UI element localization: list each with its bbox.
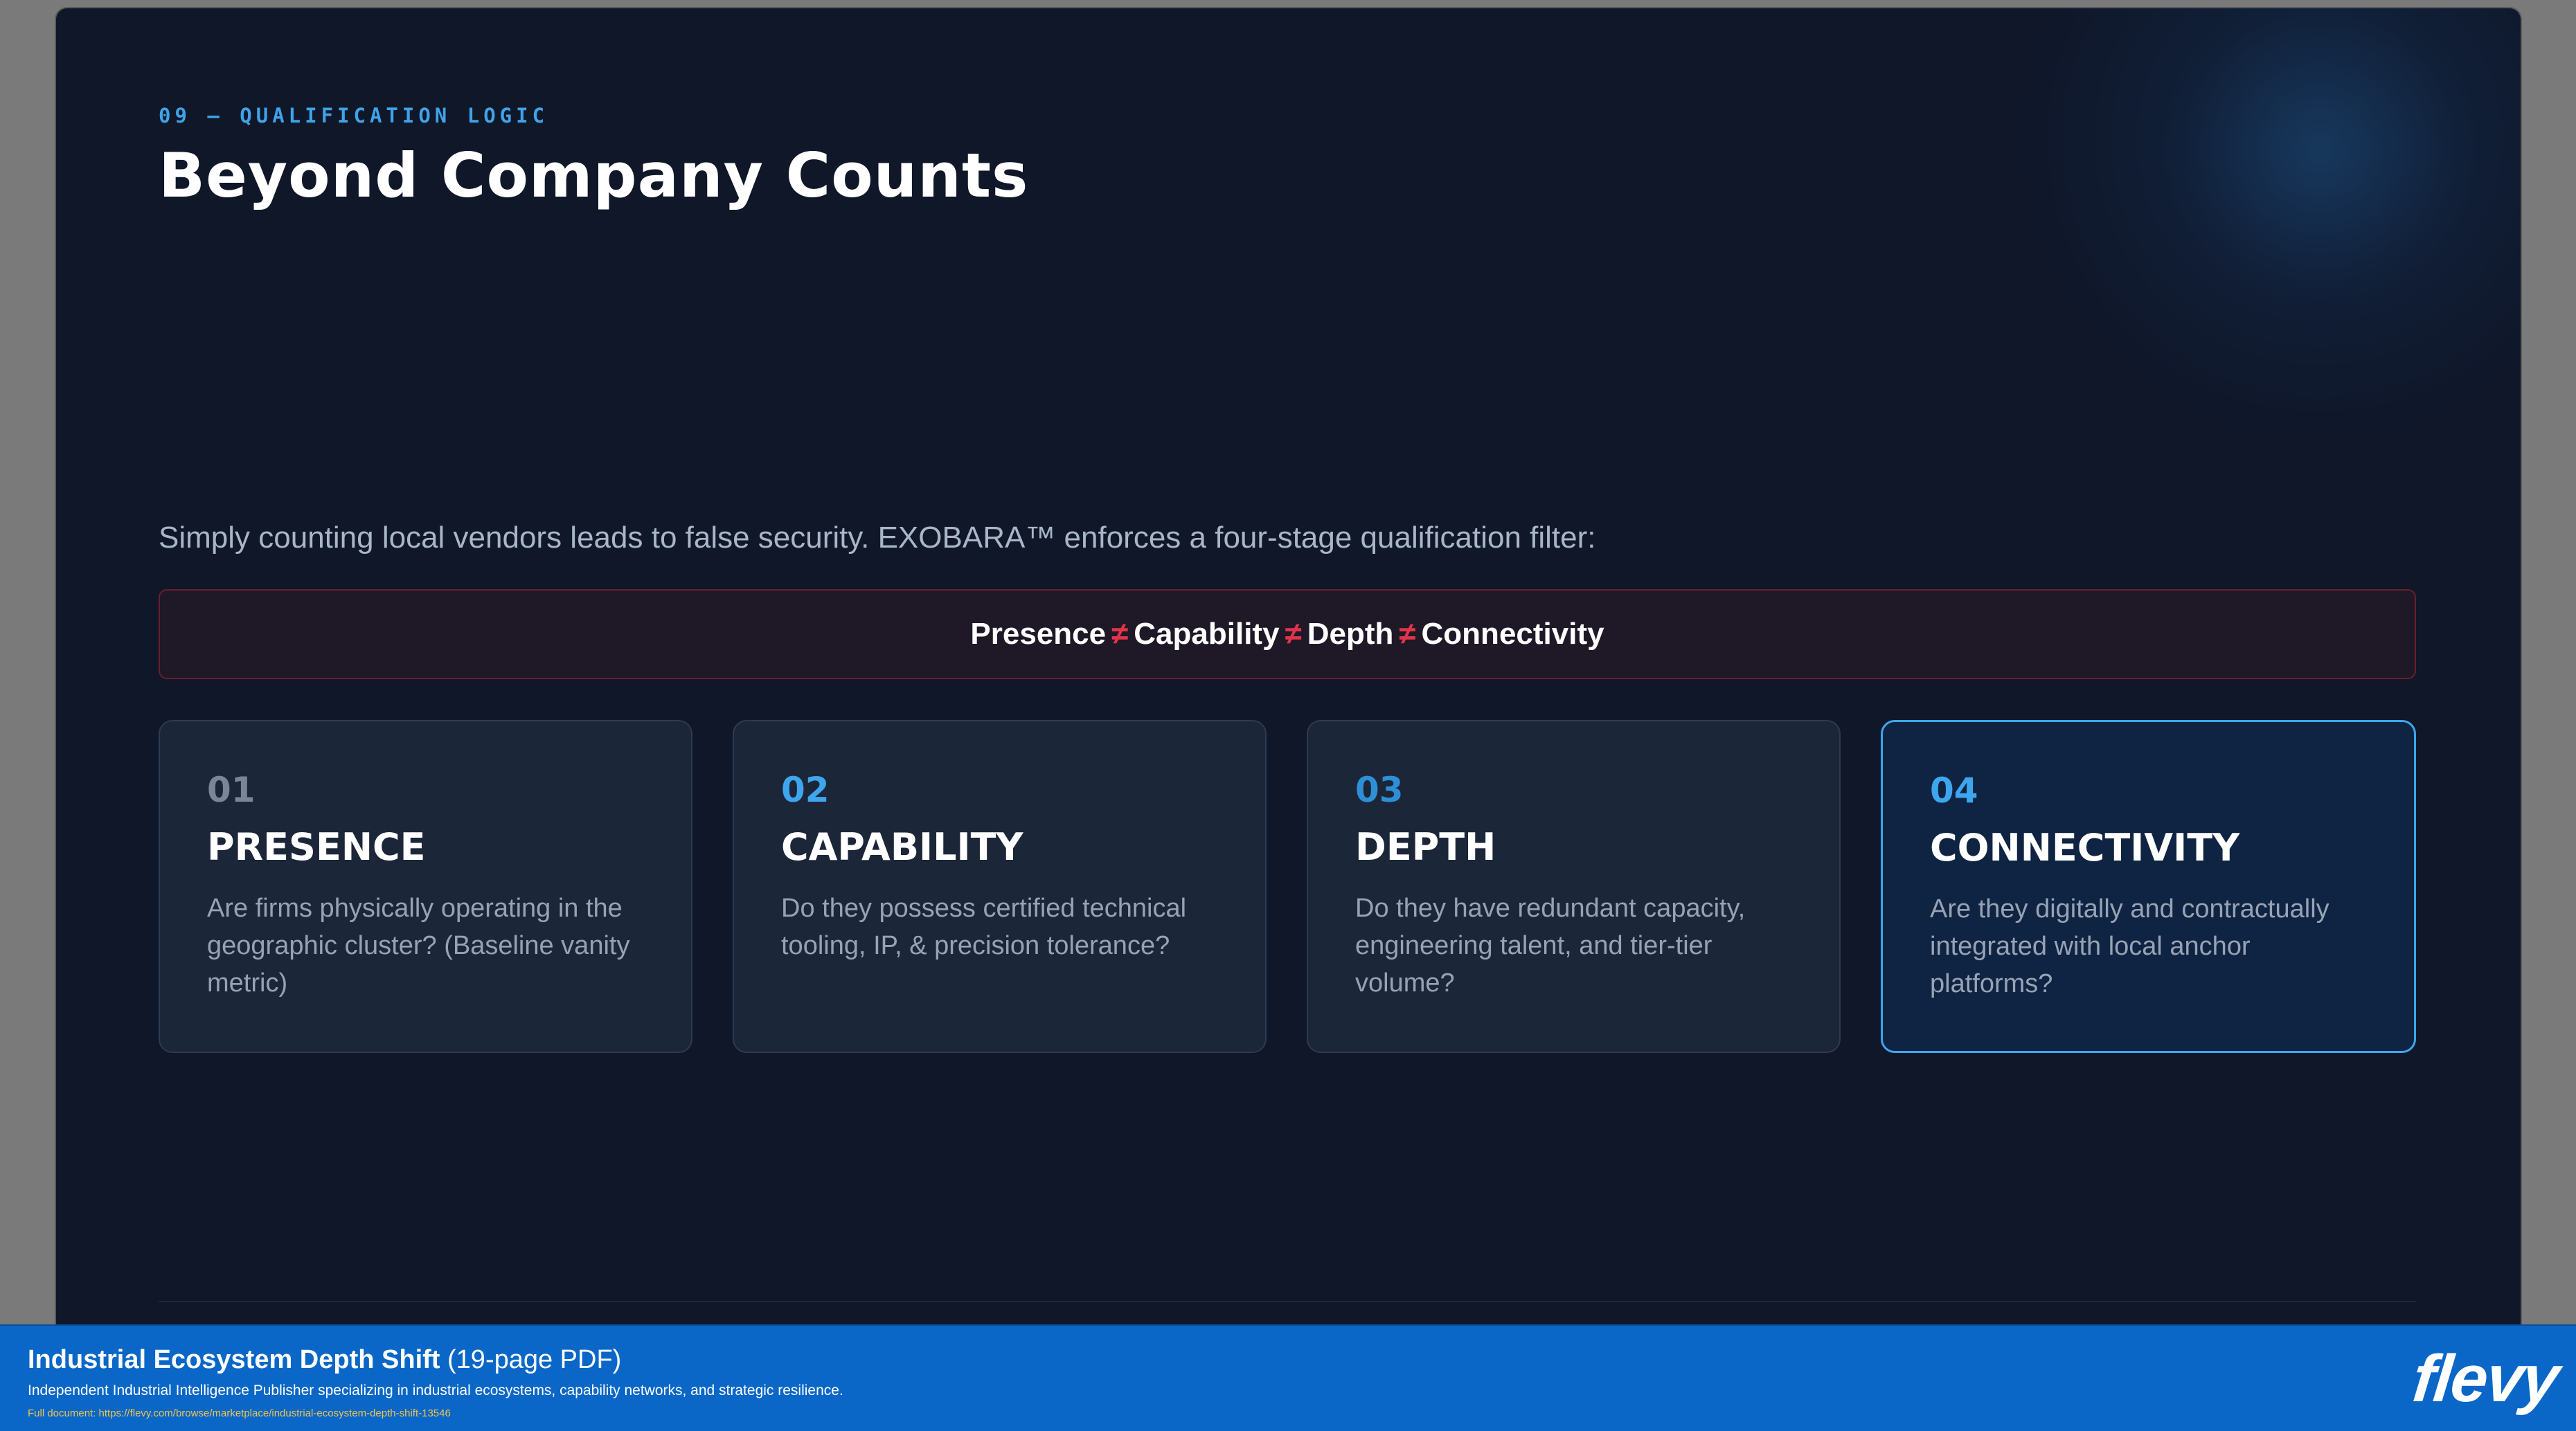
stage-title: PRESENCE — [207, 825, 426, 869]
section-kicker: 09 — QUALIFICATION LOGIC — [159, 104, 549, 127]
stage-number: 02 — [781, 770, 830, 810]
decorative-glow-ring — [2161, 8, 2479, 313]
document-banner: Industrial Ecosystem Depth Shift (19-pag… — [0, 1324, 2576, 1431]
stage-number: 04 — [1930, 771, 1978, 811]
slide: 09 — QUALIFICATION LOGIC Beyond Company … — [56, 8, 2521, 1365]
qualification-formula: Presence ≠ Capability ≠ Depth ≠ Connecti… — [159, 589, 2416, 679]
stage-cards: 01 PRESENCE Are firms physically operati… — [159, 720, 2416, 1053]
stage-card-depth: 03 DEPTH Do they have redundant capacity… — [1307, 720, 1841, 1053]
formula-term-connectivity: Connectivity — [1421, 617, 1604, 651]
not-equal-icon: ≠ — [1399, 617, 1416, 651]
stage-description: Do they possess certified technical tool… — [781, 894, 1187, 960]
stage-number: 03 — [1355, 770, 1404, 810]
document-link[interactable]: Full document: https://flevy.com/browse/… — [28, 1407, 451, 1419]
divider — [159, 1301, 2416, 1302]
stage-title: CONNECTIVITY — [1930, 826, 2240, 870]
flevy-logo[interactable]: flevy — [2409, 1341, 2562, 1417]
stage-description: Are they digitally and contractually int… — [1930, 894, 2329, 998]
formula-term-depth: Depth — [1307, 617, 1394, 651]
not-equal-icon: ≠ — [1111, 617, 1129, 651]
document-title: Industrial Ecosystem Depth Shift (19-pag… — [28, 1345, 621, 1375]
stage-title: CAPABILITY — [781, 825, 1023, 869]
document-title-text: Industrial Ecosystem Depth Shift — [28, 1345, 440, 1374]
stage-card-capability: 02 CAPABILITY Do they possess certified … — [733, 720, 1267, 1053]
intro-text: Simply counting local vendors leads to f… — [159, 521, 1596, 555]
document-page-count: (19-page PDF) — [447, 1345, 622, 1374]
formula-term-presence: Presence — [970, 617, 1107, 651]
stage-card-presence: 01 PRESENCE Are firms physically operati… — [159, 720, 692, 1053]
stage-title: DEPTH — [1355, 825, 1496, 869]
not-equal-icon: ≠ — [1285, 617, 1302, 651]
stage-description: Are firms physically operating in the ge… — [207, 894, 630, 998]
formula-term-capability: Capability — [1134, 617, 1280, 651]
stage-card-connectivity: 04 CONNECTIVITY Are they digitally and c… — [1881, 720, 2416, 1053]
slide-title: Beyond Company Counts — [159, 140, 1029, 211]
stage-description: Do they have redundant capacity, enginee… — [1355, 894, 1746, 998]
publisher-description: Independent Industrial Intelligence Publ… — [28, 1383, 843, 1398]
stage-number: 01 — [207, 770, 256, 810]
